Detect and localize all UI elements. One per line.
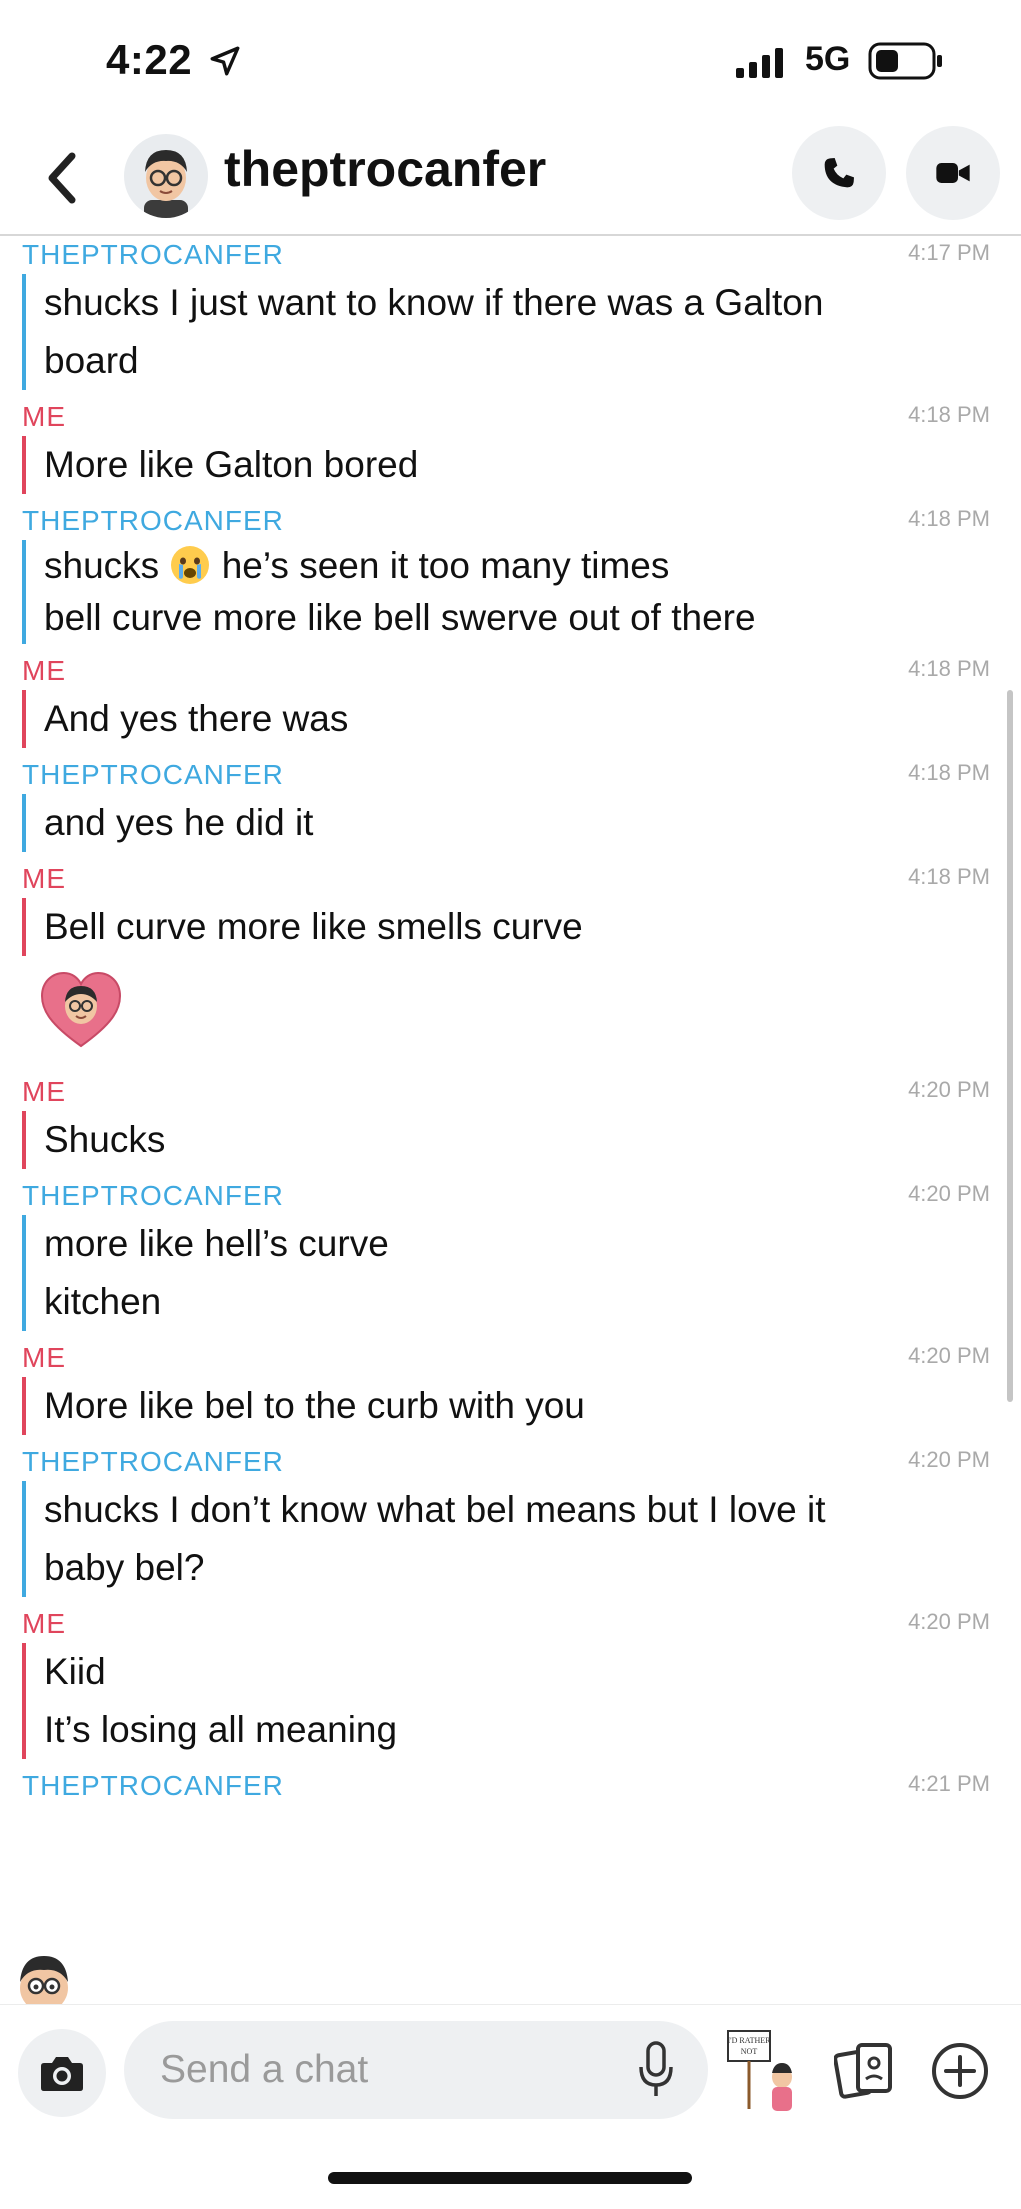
message-timestamp: 4:18 PM [908, 760, 990, 785]
message-text: baby bel? [44, 1547, 205, 1588]
message-timestamp: 4:18 PM [908, 402, 990, 427]
plus-circle-icon[interactable] [930, 2041, 990, 2101]
message-sender: ME [22, 1076, 66, 1107]
message-text: Kiid [44, 1651, 106, 1692]
message-text: More like Galton bored [44, 444, 419, 485]
message-sender: THEPTROCANFER [22, 1770, 284, 1801]
message-sender: ME [22, 863, 66, 894]
message-sender: ME [22, 401, 66, 432]
message-timestamp: 4:20 PM [908, 1343, 990, 1368]
message-timestamp: 4:18 PM [908, 506, 990, 531]
message[interactable]: ME 4:20 PM Kiid It’s losing all meaning [22, 1605, 990, 1759]
location-arrow-icon [210, 46, 240, 76]
message-sender: THEPTROCANFER [22, 759, 284, 790]
bitmoji-sticker-button[interactable]: I'D RATHER NOT [726, 2029, 804, 2115]
message-body: And yes there was [22, 690, 990, 748]
message-sender: THEPTROCANFER [22, 239, 284, 270]
message-text: Shucks [44, 1119, 166, 1160]
message[interactable]: ME 4:20 PM Shucks [22, 1073, 990, 1169]
message-text: bell curve more like bell swerve out of … [44, 597, 756, 638]
heart-bitmoji-sticker[interactable] [40, 970, 122, 1052]
home-indicator[interactable] [328, 2172, 692, 2184]
message-timestamp: 4:20 PM [908, 1447, 990, 1472]
message-text: shucks I don’t know what bel means but I… [44, 1489, 826, 1530]
message-body: Shucks [22, 1111, 990, 1169]
memories-cards-icon[interactable] [834, 2041, 896, 2099]
chat-input[interactable] [124, 2021, 708, 2119]
message-body: shucks I just want to know if there was … [22, 274, 990, 390]
microphone-icon[interactable] [636, 2041, 676, 2099]
message[interactable]: THEPTROCANFER 4:21 PM [22, 1767, 990, 1805]
network-type: 5G [805, 40, 851, 78]
battery-icon [868, 42, 942, 80]
message-text: It’s losing all meaning [44, 1709, 398, 1750]
message-text-part: shucks [44, 545, 160, 586]
message-text: More like bel to the curb with you [44, 1385, 585, 1426]
message[interactable]: ME 4:20 PM More like bel to the curb wit… [22, 1339, 990, 1435]
scrollbar[interactable] [1007, 690, 1013, 1402]
message[interactable]: THEPTROCANFER 4:18 PM shucks he’s seen i… [22, 502, 990, 644]
back-chevron-icon[interactable] [42, 148, 82, 208]
message[interactable]: THEPTROCANFER 4:20 PM shucks I don’t kno… [22, 1443, 990, 1597]
voice-call-button[interactable] [792, 126, 886, 220]
avatar[interactable] [124, 134, 208, 218]
message-text: kitchen [44, 1281, 162, 1322]
message[interactable]: THEPTROCANFER 4:18 PM and yes he did it [22, 756, 990, 852]
message-text: shucks he’s seen it too many times [44, 540, 990, 592]
message[interactable]: THEPTROCANFER 4:20 PM more like hell’s c… [22, 1177, 990, 1331]
message-text: board [44, 340, 139, 381]
message-body: More like Galton bored [22, 436, 990, 494]
message-text: and yes he did it [44, 802, 314, 843]
video-call-button[interactable] [906, 126, 1000, 220]
svg-text:NOT: NOT [741, 2047, 758, 2056]
message-sender: ME [22, 1608, 66, 1639]
message[interactable]: ME 4:18 PM Bell curve more like smells c… [22, 860, 990, 956]
message-timestamp: 4:21 PM [908, 1771, 990, 1796]
message-sender: THEPTROCANFER [22, 1180, 284, 1211]
message[interactable]: ME 4:18 PM And yes there was [22, 652, 990, 748]
message-body: and yes he did it [22, 794, 990, 852]
status-time: 4:22 [106, 36, 193, 83]
message-text: Bell curve more like smells curve [44, 906, 583, 947]
message-timestamp: 4:18 PM [908, 656, 990, 681]
message-text-part: he’s seen it too many times [221, 545, 670, 586]
message-timestamp: 4:18 PM [908, 864, 990, 889]
message[interactable]: ME 4:18 PM More like Galton bored [22, 398, 990, 494]
message-body: Kiid It’s losing all meaning [22, 1643, 990, 1759]
message-sender: THEPTROCANFER [22, 1446, 284, 1477]
message-sender: ME [22, 655, 66, 686]
message-sender: THEPTROCANFER [22, 505, 284, 536]
svg-text:I'D RATHER: I'D RATHER [728, 2036, 772, 2045]
message-body: more like hell’s curve kitchen [22, 1215, 990, 1331]
message-text: shucks I just want to know if there was … [44, 282, 824, 323]
chat-header: theptrocanfer [0, 120, 1021, 236]
video-camera-icon [936, 163, 970, 183]
message-timestamp: 4:17 PM [908, 240, 990, 265]
message-timestamp: 4:20 PM [908, 1609, 990, 1634]
message-text: And yes there was [44, 698, 349, 739]
bitmoji-face-icon [144, 150, 188, 218]
message-body: Bell curve more like smells curve [22, 898, 990, 956]
message-text: more like hell’s curve [44, 1223, 389, 1264]
message-body: More like bel to the curb with you [22, 1377, 990, 1435]
message-body: shucks I don’t know what bel means but I… [22, 1481, 990, 1597]
status-bar: 4:22 5G [0, 0, 1021, 120]
camera-icon [41, 2057, 83, 2091]
message-body: shucks he’s seen it too many times bell … [22, 540, 990, 644]
chat-area[interactable]: THEPTROCANFER 4:17 PM shucks I just want… [0, 236, 1021, 2004]
camera-button[interactable] [18, 2029, 106, 2117]
message[interactable]: THEPTROCANFER 4:17 PM shucks I just want… [22, 236, 990, 390]
page-title[interactable]: theptrocanfer [224, 140, 546, 198]
message-timestamp: 4:20 PM [908, 1077, 990, 1102]
crying-face-emoji-icon [171, 546, 210, 584]
message-timestamp: 4:20 PM [908, 1181, 990, 1206]
message-sender: ME [22, 1342, 66, 1373]
typing-bitmoji-icon [20, 1956, 68, 2004]
phone-icon [824, 158, 854, 188]
cellular-signal-icon [736, 48, 783, 78]
